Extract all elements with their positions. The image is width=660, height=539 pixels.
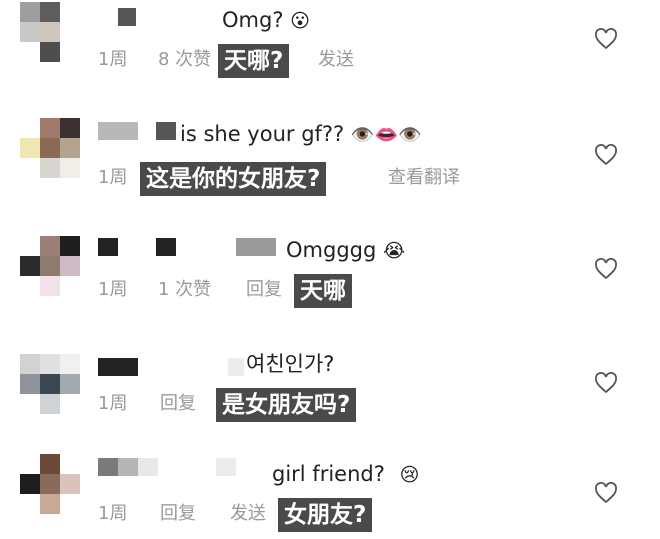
reply-link[interactable]: 回复 — [160, 392, 196, 416]
comment-text: girl friend? 😢 — [272, 462, 420, 486]
avatar[interactable] — [20, 354, 80, 414]
subtitle-caption: 天哪? — [218, 44, 290, 78]
reply-link[interactable]: 回复 — [160, 502, 196, 526]
like-heart-icon[interactable] — [594, 144, 618, 166]
subtitle-caption: 天哪 — [294, 274, 352, 308]
see-translation-link[interactable]: 查看翻译 — [388, 166, 460, 190]
avatar[interactable] — [20, 454, 80, 514]
avatar[interactable] — [20, 236, 80, 296]
sad-tear-emoji-icon: 😢 — [399, 464, 420, 486]
comment-meta: 1周 1 次赞 回复 天哪 — [96, 274, 616, 308]
comment-meta: 1周 8 次赞 天哪? 发送 — [96, 44, 616, 78]
timestamp: 1周 — [98, 279, 128, 300]
like-count[interactable]: 8 次赞 — [158, 48, 211, 72]
timestamp: 1周 — [98, 503, 128, 524]
comment-text: Omg? 😮 — [222, 8, 310, 32]
avatar[interactable] — [20, 2, 80, 62]
like-heart-icon[interactable] — [594, 28, 618, 50]
send-link[interactable]: 发送 — [230, 502, 266, 526]
subtitle-caption: 这是你的女朋友? — [140, 162, 327, 196]
astonished-emoji-icon: 😮 — [290, 10, 310, 32]
eyes-mouth-emoji-icon: 👁️👄👁️ — [350, 124, 422, 146]
comment-text: Omgggg 😭 — [286, 238, 406, 262]
timestamp: 1周 — [98, 49, 128, 70]
comment-text: is she your gf?? 👁️👄👁️ — [180, 122, 422, 146]
like-heart-icon[interactable] — [594, 482, 618, 504]
timestamp: 1周 — [98, 167, 128, 188]
comment-text: 여친인가? — [246, 352, 335, 376]
like-heart-icon[interactable] — [594, 372, 618, 394]
like-count[interactable]: 1 次赞 — [158, 278, 211, 302]
send-link[interactable]: 发送 — [318, 48, 354, 72]
timestamp: 1周 — [98, 393, 128, 414]
like-heart-icon[interactable] — [594, 258, 618, 280]
subtitle-caption: 是女朋友吗? — [216, 388, 357, 422]
comment-meta: 1周 回复 是女朋友吗? — [96, 388, 616, 422]
comment-meta: 1周 这是你的女朋友? 查看翻译 — [96, 162, 616, 196]
crying-emoji-icon: 😭 — [383, 240, 406, 262]
subtitle-caption: 女朋友? — [278, 498, 373, 532]
reply-link[interactable]: 回复 — [246, 278, 282, 302]
avatar[interactable] — [20, 118, 80, 178]
comment-meta: 1周 回复 发送 女朋友? — [96, 498, 616, 532]
